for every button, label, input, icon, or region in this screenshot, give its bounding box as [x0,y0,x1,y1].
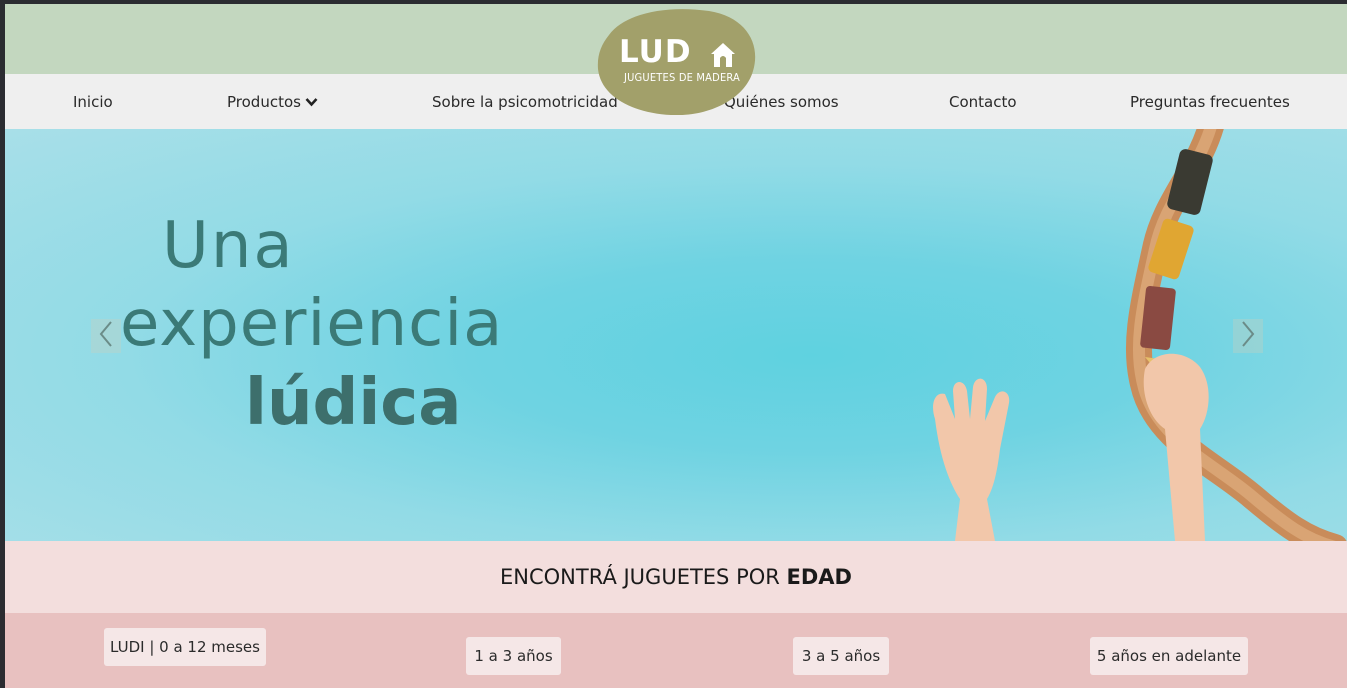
hero-headline-line-2: experiencia [120,287,504,361]
carousel-next-button[interactable] [1233,319,1263,353]
logo-word: LUD [619,34,692,70]
nav-item-preguntas-frecuentes[interactable]: Preguntas frecuentes [1130,74,1290,129]
age-section-header: ENCONTRÁ JUGUETES POR EDAD [5,541,1347,613]
age-filter-bar: LUDI | 0 a 12 meses 1 a 3 años 3 a 5 año… [5,613,1347,688]
nav-item-inicio[interactable]: Inicio [73,74,113,129]
nav-item-productos[interactable]: Productos [227,74,318,129]
house-icon [708,41,738,73]
hero-headline-line-3: lúdica [245,366,462,440]
age-button-label: 3 a 5 años [801,647,881,665]
nav-item-label: Sobre la psicomotricidad [432,93,618,111]
age-button-label: 1 a 3 años [474,647,553,665]
age-button-3-5-anos[interactable]: 3 a 5 años [793,637,889,675]
age-button-0-12-meses[interactable]: LUDI | 0 a 12 meses [104,628,266,666]
logo-subtitle: JUGUETES DE MADERA [623,71,741,84]
nav-item-label: Productos [227,93,301,111]
age-button-1-3-anos[interactable]: 1 a 3 años [466,637,561,675]
carousel-prev-button[interactable] [91,319,121,353]
chevron-right-icon [1240,320,1256,352]
chevron-down-icon [305,74,318,131]
age-button-5-en-adelante[interactable]: 5 años en adelante [1090,637,1248,675]
hero-carousel: Una experiencia lúdica [5,129,1347,541]
nav-item-psicomotricidad[interactable]: Sobre la psicomotricidad [432,74,618,129]
nav-item-label: Inicio [73,93,113,111]
nav-item-label: Preguntas frecuentes [1130,93,1290,111]
logo[interactable]: LUD JUGUETES DE MADERA [597,7,757,115]
page: Inicio Productos Sobre la psicomotricida… [5,4,1347,688]
age-button-label: 5 años en adelante [1096,647,1242,665]
nav-item-label: Contacto [949,93,1017,111]
age-section-title: ENCONTRÁ JUGUETES POR EDAD [500,565,852,589]
age-button-label: LUDI | 0 a 12 meses [110,638,260,656]
chevron-left-icon [98,320,114,352]
hero-headline-line-1: Una [162,209,295,283]
nav-item-contacto[interactable]: Contacto [949,74,1017,129]
